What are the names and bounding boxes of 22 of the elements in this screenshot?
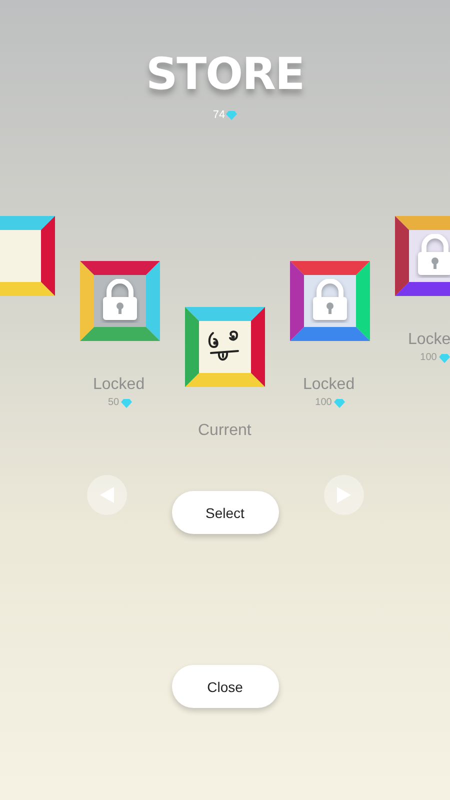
next-button[interactable] [324, 475, 364, 515]
previous-button[interactable] [86, 475, 126, 515]
store-title: STORE [146, 50, 304, 100]
skin-status: Current [198, 422, 252, 440]
skin-status: Locked [303, 376, 355, 394]
skin-price: 50 [108, 397, 120, 409]
close-button[interactable]: Close [172, 665, 278, 708]
skin-price: 100 [315, 397, 332, 409]
skin-price: 100 [420, 352, 437, 364]
select-button[interactable]: Select [172, 491, 278, 534]
diamond-icon [121, 398, 132, 408]
gem-count: 74 [212, 108, 226, 122]
right-triangle-icon [336, 487, 350, 503]
lock-icon [310, 279, 350, 323]
skin-status: Locke [408, 331, 450, 349]
skin-status: Locked [93, 376, 145, 394]
diamond-icon [226, 110, 238, 120]
diamond-icon [438, 354, 450, 362]
lock-icon [100, 279, 140, 323]
lock-icon [415, 234, 450, 278]
left-triangle-icon [100, 487, 114, 503]
diamond-icon [334, 398, 345, 408]
